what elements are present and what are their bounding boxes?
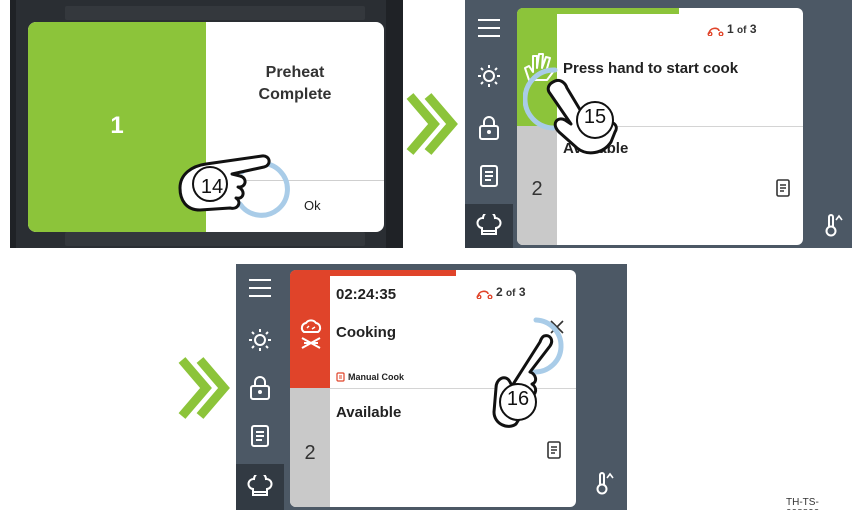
slot-counter: 2 of 3 [476, 285, 526, 300]
recipe-book-icon [480, 165, 498, 187]
recipes-button[interactable] [236, 416, 284, 456]
slot-number: 1 [110, 112, 124, 139]
cooking-icon [300, 319, 322, 349]
lock-button[interactable] [236, 368, 284, 408]
sidebar-nav [465, 0, 513, 248]
step-number-15: 15 [583, 106, 607, 128]
slot-counter-icon [707, 27, 724, 37]
reference-code: TH-TS-008890 [786, 497, 819, 510]
menu-button[interactable] [236, 268, 284, 308]
slot2-number: 2 [304, 442, 316, 464]
lock-button[interactable] [465, 108, 513, 148]
pointing-hand-icon [492, 334, 554, 428]
cook-timer: 02:24:35 [336, 286, 397, 303]
step-number-14: 14 [200, 176, 224, 198]
slot1-progress [517, 8, 679, 14]
sun-icon [249, 329, 271, 351]
cook-button[interactable] [465, 204, 513, 248]
chevron-right-icon [178, 357, 230, 419]
dimmed-footer [65, 232, 365, 246]
light-button[interactable] [465, 56, 513, 96]
ok-button[interactable]: Ok [304, 198, 321, 213]
sun-icon [478, 65, 500, 87]
start-cook-prompt: Press hand to start cook [563, 60, 739, 77]
slot2-number: 2 [531, 178, 543, 200]
probe-icon[interactable] [594, 470, 614, 496]
right-bar [807, 0, 852, 248]
cook-status: Cooking [336, 324, 396, 341]
dimmed-header [65, 6, 365, 20]
program-label: Manual Cook [336, 372, 404, 382]
chef-hat-icon [476, 214, 502, 235]
slot1-progress [290, 270, 456, 276]
cooking-screen: 02:24:35 2 of 3 Cooking Manual Cook Avai… [236, 264, 627, 510]
light-button[interactable] [236, 320, 284, 360]
start-cook-screen: 1 of 3 Press hand to start cook Availabl… [465, 0, 852, 248]
sidebar-nav [236, 264, 284, 510]
dialog-title: Preheat Complete [258, 64, 332, 103]
recipe-icon[interactable] [775, 178, 791, 198]
probe-icon[interactable] [823, 212, 843, 238]
recipe-icon[interactable] [546, 440, 562, 460]
recipes-button[interactable] [465, 156, 513, 196]
slot-counter-icon [476, 290, 493, 300]
menu-icon [478, 19, 500, 37]
menu-button[interactable] [465, 8, 513, 48]
chevron-right-icon [406, 93, 458, 155]
lock-icon [479, 116, 499, 140]
slot2-status: Available [336, 404, 402, 421]
lock-icon [250, 376, 270, 400]
recipe-book-icon [251, 425, 269, 447]
preheat-complete-screen: 1 Preheat Complete Ok 14 [10, 0, 403, 248]
program-icon [336, 372, 345, 382]
cook-button[interactable] [236, 464, 284, 510]
step-number-16: 16 [506, 388, 530, 410]
menu-icon [249, 279, 271, 297]
slot-counter: 1 of 3 [707, 22, 757, 37]
chef-hat-icon [247, 475, 273, 496]
